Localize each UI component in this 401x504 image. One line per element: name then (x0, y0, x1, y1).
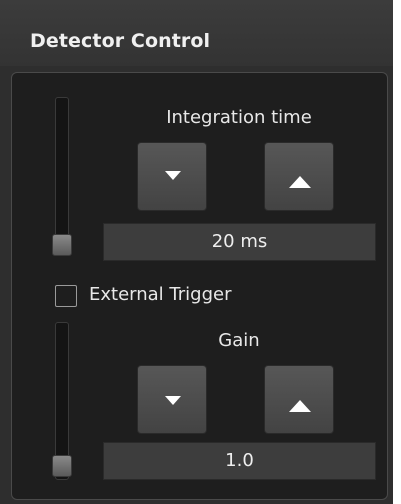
gain-label: Gain (218, 330, 260, 351)
triangle-down-icon (165, 396, 181, 405)
gain-value: 1.0 (103, 442, 376, 480)
integration-time-value: 20 ms (103, 223, 376, 261)
integration-time-slider-thumb[interactable] (52, 234, 72, 256)
gain-decrease-button[interactable] (137, 365, 207, 434)
gain-slider-thumb[interactable] (52, 455, 72, 477)
triangle-up-icon (289, 176, 311, 188)
integration-time-decrease-button[interactable] (137, 142, 207, 211)
detector-control-window: Detector Control Integration time 20 ms … (0, 0, 393, 504)
external-trigger-label[interactable]: External Trigger (89, 284, 231, 305)
panel-header: Detector Control (0, 0, 393, 66)
integration-time-increase-button[interactable] (264, 142, 334, 211)
integration-time-slider[interactable] (55, 97, 69, 255)
external-trigger-checkbox[interactable] (55, 285, 77, 307)
integration-time-label: Integration time (166, 107, 312, 128)
detector-control-panel: Integration time 20 ms External Trigger … (11, 72, 388, 500)
gain-increase-button[interactable] (264, 365, 334, 434)
panel-title: Detector Control (30, 30, 211, 52)
triangle-down-icon (165, 171, 181, 180)
triangle-up-icon (289, 400, 311, 412)
